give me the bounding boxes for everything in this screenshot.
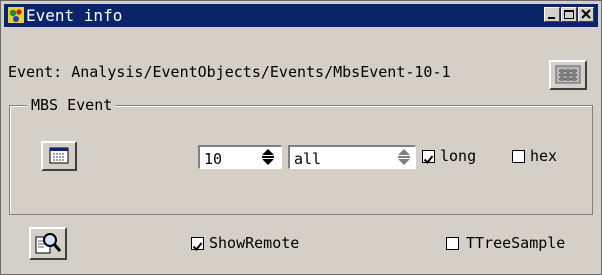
count-spin-arrows[interactable] — [259, 145, 277, 169]
hex-label: hex — [530, 147, 558, 165]
close-button[interactable] — [578, 7, 594, 22]
event-path-line: Event: Analysis/EventObjects/Events/MbsE… — [8, 63, 451, 81]
minimize-icon — [548, 17, 555, 19]
maximize-icon — [564, 10, 574, 19]
table-view-button[interactable] — [41, 141, 77, 171]
show-remote-checkbox[interactable] — [191, 237, 204, 252]
group-title: MBS Event — [27, 97, 117, 113]
checkmark-icon — [423, 155, 434, 165]
event-info-window: Event info Event: Analysis/EventObjects/… — [0, 0, 602, 275]
title-bar[interactable]: Event info — [4, 4, 598, 27]
mbs-icon — [555, 65, 581, 84]
maximize-button[interactable] — [561, 7, 577, 22]
table-icon — [49, 147, 69, 164]
magnifier-document-icon — [35, 233, 62, 254]
show-remote-label: ShowRemote — [209, 234, 300, 252]
event-label: Event: — [8, 63, 63, 81]
close-icon — [581, 9, 591, 19]
ttree-sample-label: TTreeSample — [466, 234, 566, 252]
subevent-value: all — [294, 150, 322, 168]
up-down-arrows-icon — [398, 149, 410, 165]
hex-checkbox[interactable] — [512, 150, 525, 163]
minimize-button[interactable] — [544, 7, 560, 22]
window-title: Event info — [26, 6, 123, 25]
mbs-button[interactable] — [549, 60, 587, 90]
ttree-sample-checkbox[interactable] — [446, 237, 459, 250]
event-path: Analysis/EventObjects/Events/MbsEvent-10… — [71, 63, 451, 81]
long-checkbox[interactable] — [422, 150, 435, 165]
inspect-button[interactable] — [29, 227, 67, 260]
checkmark-icon — [192, 242, 203, 252]
go4-app-icon — [7, 6, 25, 24]
long-label: long — [440, 147, 477, 165]
event-count-value: 10 — [204, 150, 223, 168]
up-down-arrows-icon — [262, 149, 274, 165]
subevent-spin-arrows[interactable] — [395, 145, 413, 169]
